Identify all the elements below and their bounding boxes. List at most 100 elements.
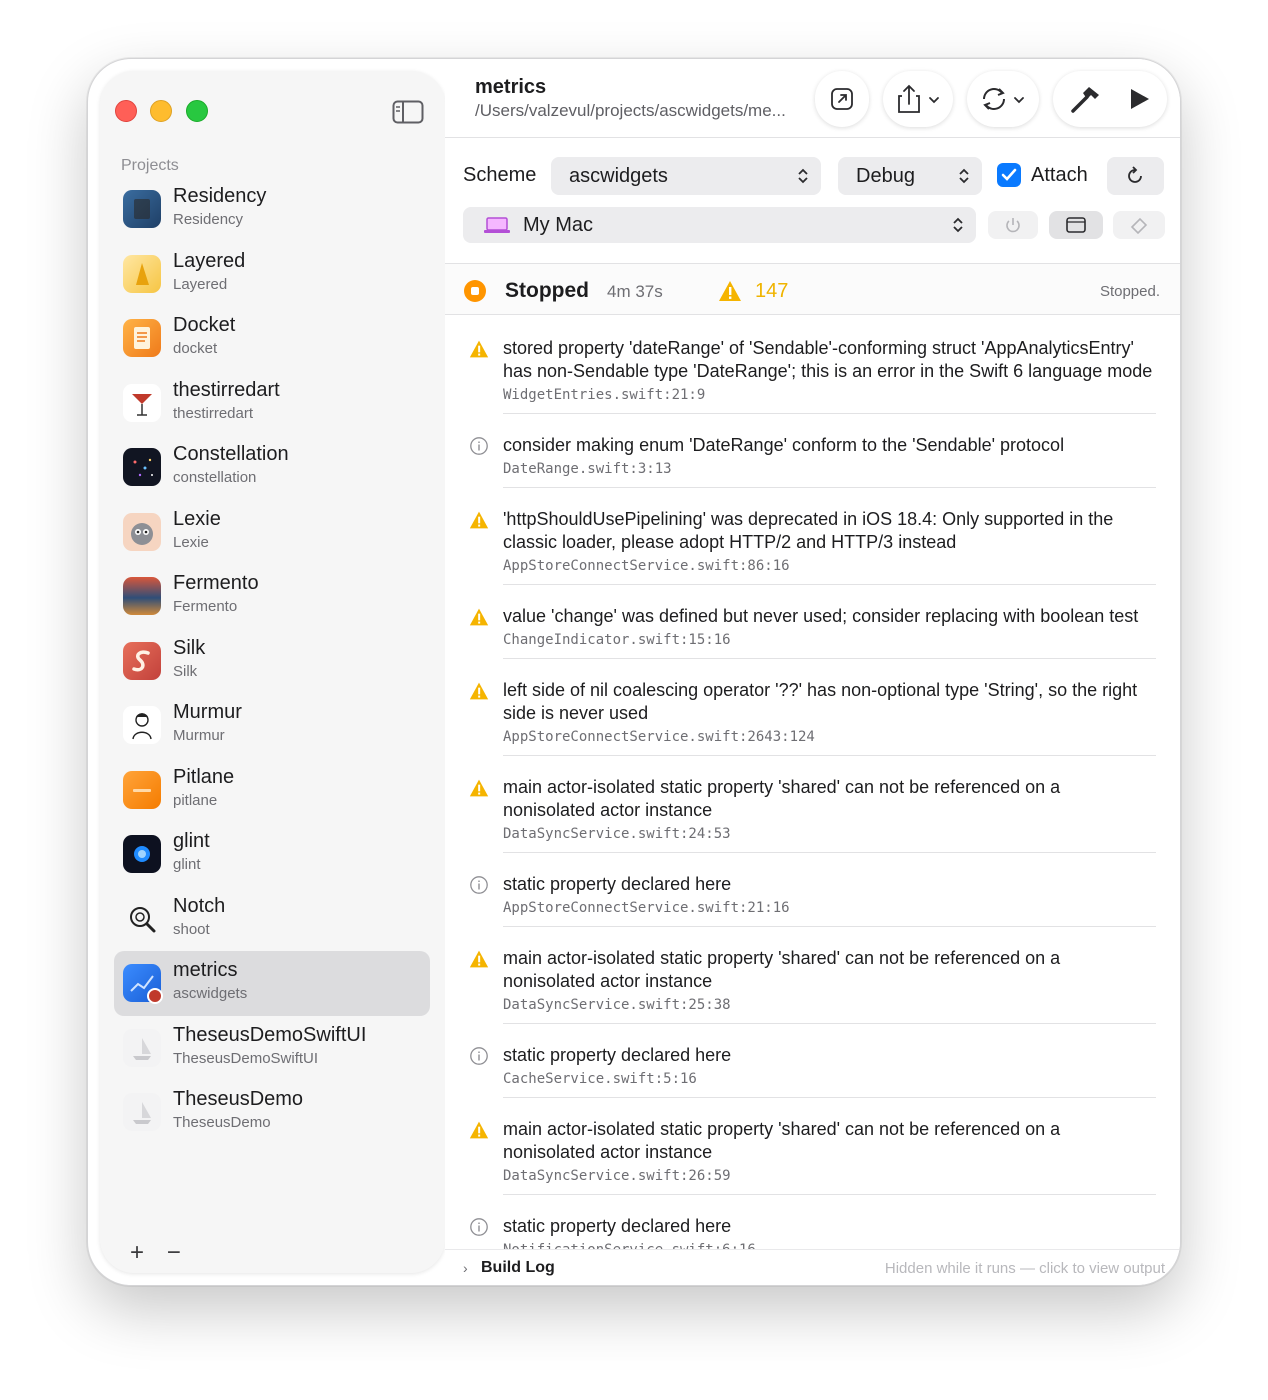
- issue-row[interactable]: left side of nil coalescing operator '??…: [469, 659, 1156, 756]
- project-item-constellation[interactable]: Constellation constellation: [114, 435, 430, 500]
- lexie-icon: [123, 512, 161, 551]
- issue-location[interactable]: ChangeIndicator.swift:15:16: [503, 632, 1156, 648]
- project-name: Docket: [173, 314, 236, 336]
- issue-message: static property declared here: [503, 1045, 732, 1065]
- project-item-docket[interactable]: Docket docket: [114, 306, 430, 371]
- issue-message: static property declared here: [503, 1216, 732, 1236]
- issue-row[interactable]: consider making enum 'DateRange' conform…: [470, 414, 1156, 488]
- issue-location[interactable]: CacheService.swift:5:16: [503, 1071, 1156, 1087]
- issue-location[interactable]: AppStoreConnectService.swift:86:16: [503, 558, 1156, 574]
- project-scheme: Lexie: [173, 533, 209, 551]
- warning-count[interactable]: 147: [755, 280, 788, 303]
- pitlane-icon: [123, 770, 161, 809]
- info-icon: [469, 436, 489, 456]
- project-name: TheseusDemoSwiftUI: [173, 1023, 367, 1046]
- power-button[interactable]: [988, 211, 1038, 239]
- build-log-label: Build Log: [481, 1259, 555, 1276]
- project-item-silk[interactable]: Silk Silk: [114, 629, 430, 694]
- share-menu-button[interactable]: [883, 71, 953, 127]
- destination-select[interactable]: My Mac: [463, 207, 976, 243]
- elapsed-time: 4m 37s: [607, 282, 663, 301]
- project-scheme: TheseusDemo: [173, 1114, 271, 1131]
- sidebar-toggle-icon[interactable]: [392, 100, 424, 124]
- configuration-select[interactable]: Debug: [838, 157, 982, 195]
- configuration-value: Debug: [856, 165, 915, 187]
- share-icon: [898, 84, 939, 113]
- issue-row[interactable]: 'httpShouldUsePipelining' was deprecated…: [469, 488, 1156, 585]
- issue-row[interactable]: main actor-isolated static property 'sha…: [469, 927, 1156, 1024]
- project-item-murmur[interactable]: Murmur Murmur: [114, 693, 430, 758]
- issue-row[interactable]: value 'change' was defined but never use…: [469, 585, 1156, 659]
- project-scheme: thestirredart: [173, 404, 254, 422]
- project-name: metrics: [173, 959, 238, 981]
- warning-icon: [469, 510, 489, 530]
- project-item-theseusdemo[interactable]: TheseusDemo TheseusDemo: [114, 1080, 430, 1145]
- destination-value: My Mac: [523, 214, 593, 236]
- issue-message: main actor-isolated static property 'sha…: [503, 777, 1061, 820]
- project-item-glint[interactable]: glint glint: [114, 822, 430, 887]
- issue-row[interactable]: main actor-isolated static property 'sha…: [469, 1098, 1156, 1195]
- scheme-select[interactable]: ascwidgets: [551, 157, 821, 195]
- window-icon: [1066, 217, 1086, 233]
- attach-checkbox[interactable]: [997, 163, 1021, 187]
- project-scheme: ascwidgets: [173, 985, 248, 1002]
- issue-location[interactable]: DataSyncService.swift:24:53: [503, 826, 1156, 842]
- open-external-button[interactable]: [815, 71, 869, 127]
- project-item-lexie[interactable]: Lexie Lexie: [114, 500, 430, 565]
- zoom-window-button[interactable]: [186, 100, 208, 122]
- project-scheme: Fermento: [173, 598, 238, 615]
- issue-row[interactable]: main actor-isolated static property 'sha…: [469, 756, 1156, 853]
- issue-message: value 'change' was defined but never use…: [503, 606, 1139, 626]
- project-item-residency[interactable]: Residency Residency: [114, 177, 430, 242]
- build-hammer-icon[interactable]: [1069, 85, 1101, 113]
- run-play-icon[interactable]: [1127, 87, 1151, 111]
- issue-row[interactable]: stored property 'dateRange' of 'Sendable…: [469, 317, 1156, 414]
- issue-message: 'httpShouldUsePipelining' was deprecated…: [503, 509, 1114, 552]
- boat-icon: [123, 1093, 161, 1131]
- status-message: Stopped.: [1099, 283, 1160, 300]
- close-window-button[interactable]: [115, 100, 137, 122]
- project-item-fermento[interactable]: Fermento Fermento: [114, 564, 430, 629]
- build-log-hint: Hidden while it runs — click to view out…: [884, 1260, 1165, 1277]
- issue-message: consider making enum 'DateRange' conform…: [503, 435, 1065, 455]
- issues-list: stored property 'dateRange' of 'Sendable…: [445, 317, 1180, 1251]
- project-scheme: glint: [173, 856, 201, 873]
- add-project-button[interactable]: +: [130, 1239, 144, 1266]
- issue-location[interactable]: DataSyncService.swift:25:38: [503, 997, 1156, 1013]
- window-button[interactable]: [1049, 211, 1103, 239]
- project-item-theseusdemoswiftui[interactable]: TheseusDemoSwiftUI TheseusDemoSwiftUI: [114, 1016, 430, 1081]
- project-name: Lexie: [173, 507, 221, 530]
- project-name: Notch: [173, 894, 226, 917]
- remove-project-button[interactable]: −: [167, 1239, 181, 1266]
- stopped-icon: [464, 280, 486, 302]
- issue-message: stored property 'dateRange' of 'Sendable…: [503, 338, 1153, 381]
- murmur-icon: [123, 706, 161, 744]
- issue-location[interactable]: DateRange.swift:3:13: [503, 461, 1156, 477]
- issue-location[interactable]: AppStoreConnectService.swift:21:16: [503, 900, 1156, 916]
- issue-row[interactable]: static property declared here CacheServic…: [470, 1024, 1156, 1098]
- refresh-menu-button[interactable]: [967, 71, 1039, 127]
- issue-row[interactable]: static property declared here Notificatio…: [470, 1195, 1156, 1251]
- warning-icon: [469, 339, 489, 359]
- issue-location[interactable]: DataSyncService.swift:26:59: [503, 1168, 1156, 1184]
- sidebar: Projects Residency Residency Layered Lay…: [100, 71, 445, 1273]
- issue-location[interactable]: WidgetEntries.swift:21:9: [503, 387, 1156, 403]
- issue-row[interactable]: static property declared here AppStoreCon…: [470, 853, 1156, 927]
- build-log-bar[interactable]: › Build Log Hidden while it runs — click…: [445, 1249, 1180, 1285]
- project-item-notch[interactable]: Notch shoot: [114, 887, 430, 952]
- project-item-thestirredart[interactable]: thestirredart thestirredart: [114, 371, 430, 436]
- erase-button[interactable]: [1113, 211, 1165, 239]
- project-scheme: constellation: [173, 469, 257, 486]
- issue-message: static property declared here: [503, 874, 732, 894]
- project-item-pitlane[interactable]: Pitlane pitlane: [114, 758, 430, 823]
- project-name: Residency: [173, 185, 267, 207]
- project-item-layered[interactable]: Layered Layered: [114, 242, 430, 307]
- issue-location[interactable]: AppStoreConnectService.swift:2643:124: [503, 729, 1156, 745]
- project-name: Silk: [173, 636, 206, 659]
- sync-icon: [983, 88, 1024, 110]
- reload-button[interactable]: [1107, 157, 1164, 195]
- residency-icon: [123, 190, 161, 228]
- project-item-metrics[interactable]: metrics ascwidgets: [114, 951, 430, 1016]
- minimize-window-button[interactable]: [150, 100, 172, 122]
- silk-icon: [123, 641, 161, 680]
